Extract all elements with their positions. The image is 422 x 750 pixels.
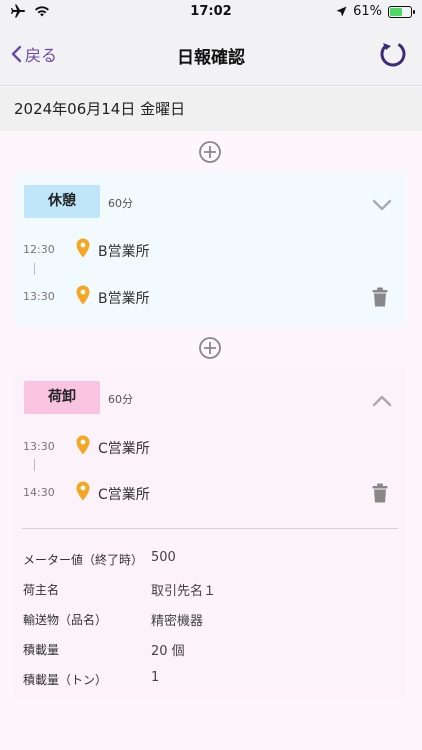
entry-duration: 60分 xyxy=(108,197,133,210)
map-pin-icon xyxy=(76,285,90,305)
battery-level xyxy=(390,7,403,16)
date-header: 2024年06月14日 金曜日 xyxy=(0,87,422,131)
map-pin-icon xyxy=(76,435,90,455)
page-title: 日報確認 xyxy=(177,48,245,68)
add-entry-button[interactable] xyxy=(198,336,222,360)
trash-icon[interactable] xyxy=(372,287,388,307)
stop-location: B営業所 xyxy=(98,244,150,260)
detail-label-load-qty: 積載量 xyxy=(23,643,60,657)
map-pin-icon xyxy=(76,481,90,501)
refresh-icon[interactable] xyxy=(378,38,408,68)
add-entry-button[interactable] xyxy=(198,140,222,164)
chevron-down-icon[interactable] xyxy=(372,198,392,212)
timeline-connector xyxy=(34,459,35,471)
detail-value-meter: 500 xyxy=(151,550,176,565)
detail-label-load-ton: 積載量（トン） xyxy=(23,673,108,687)
detail-label-meter: メーター値（終了時） xyxy=(23,553,144,567)
stop-location: B営業所 xyxy=(98,291,150,307)
detail-value-load-qty: 20 個 xyxy=(151,644,185,659)
location-arrow-icon xyxy=(336,6,347,17)
stop-location: C営業所 xyxy=(98,441,150,457)
entry-tag: 休憩 xyxy=(24,185,100,218)
detail-value-shipper: 取引先名１ xyxy=(151,584,217,599)
chevron-up-icon[interactable] xyxy=(372,394,392,408)
stop-time: 13:30 xyxy=(23,290,55,303)
stop-time: 14:30 xyxy=(23,486,55,499)
map-pin-icon xyxy=(76,238,90,258)
battery-icon xyxy=(388,5,415,18)
entry-card-rest: 休憩 60分 12:30 B営業所 13:30 B営業所 xyxy=(14,172,406,327)
entry-duration: 60分 xyxy=(108,393,133,406)
timeline-connector xyxy=(34,263,35,275)
status-right: 61% xyxy=(336,4,415,19)
trash-icon[interactable] xyxy=(372,483,388,503)
detail-label-cargo: 輸送物（品名） xyxy=(23,613,108,627)
detail-value-cargo: 精密機器 xyxy=(151,614,204,629)
detail-label-shipper: 荷主名 xyxy=(23,583,60,597)
status-bar: 17:02 61% xyxy=(0,0,422,24)
battery-percent: 61% xyxy=(353,4,382,19)
nav-bar: 戻る 日報確認 xyxy=(0,24,422,86)
entry-tag: 荷卸 xyxy=(24,381,100,414)
detail-value-load-ton: 1 xyxy=(151,670,160,685)
entry-card-unload: 荷卸 60分 13:30 C営業所 14:30 C営業所 メーター値（終了時） … xyxy=(14,368,406,698)
stop-time: 12:30 xyxy=(23,243,55,256)
stop-location: C営業所 xyxy=(98,487,150,503)
stop-time: 13:30 xyxy=(23,440,55,453)
detail-divider xyxy=(22,528,398,529)
